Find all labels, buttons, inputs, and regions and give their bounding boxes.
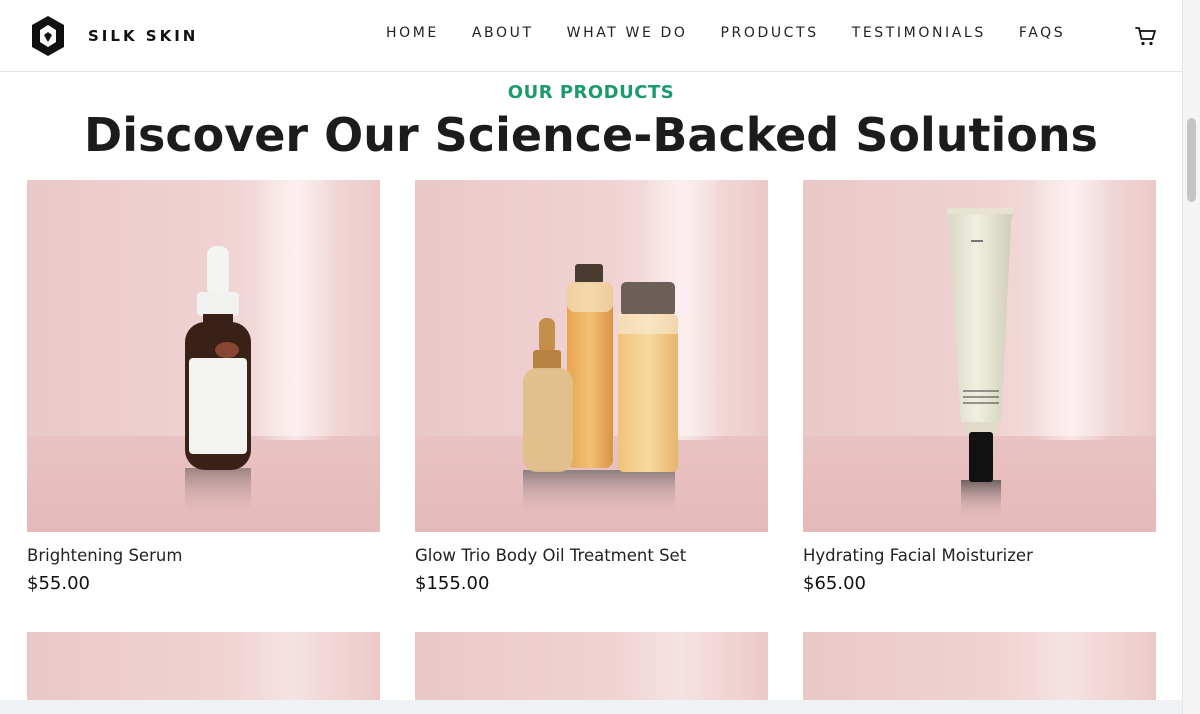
main-nav: HOME ABOUT WHAT WE DO PRODUCTS TESTIMONI… (386, 25, 1065, 41)
shopping-cart-icon[interactable] (1135, 25, 1157, 47)
product-card-partial[interactable] (803, 632, 1156, 700)
brand-name: SILK SKIN (88, 27, 199, 45)
product-image[interactable] (803, 180, 1156, 532)
site-header: SILK SKIN HOME ABOUT WHAT WE DO PRODUCTS… (0, 0, 1182, 72)
product-card-brightening-serum[interactable]: Brightening Serum $55.00 (27, 180, 380, 594)
section-eyebrow: OUR PRODUCTS (507, 82, 675, 103)
page-scrollbar[interactable] (1182, 0, 1200, 714)
three-bottles-image (523, 264, 678, 516)
nav-item-products[interactable]: PRODUCTS (720, 25, 818, 41)
hexagon-logo-icon (32, 16, 64, 56)
product-image[interactable] (27, 180, 380, 532)
nav-item-home[interactable]: HOME (386, 25, 439, 41)
product-image[interactable] (415, 180, 768, 532)
product-price: $155.00 (415, 573, 490, 594)
nav-item-testimonials[interactable]: TESTIMONIALS (852, 25, 986, 41)
product-title[interactable]: Brightening Serum (27, 546, 380, 565)
product-card-partial[interactable] (415, 632, 768, 700)
product-title[interactable]: Hydrating Facial Moisturizer (803, 546, 1156, 565)
nav-item-about[interactable]: ABOUT (472, 25, 534, 41)
bottom-edge (0, 700, 1182, 714)
product-card-partial[interactable] (27, 632, 380, 700)
section-headline: Discover Our Science-Backed Solutions (84, 108, 1098, 162)
nav-item-faqs[interactable]: FAQS (1019, 25, 1065, 41)
scrollbar-thumb[interactable] (1187, 118, 1196, 202)
cream-tube-image (947, 208, 1013, 520)
nav-item-what-we-do[interactable]: WHAT WE DO (567, 25, 688, 41)
product-price: $65.00 (803, 573, 866, 594)
product-price: $55.00 (27, 573, 90, 594)
dropper-bottle-image (185, 246, 251, 518)
product-card-glow-trio[interactable]: Glow Trio Body Oil Treatment Set $155.00 (415, 180, 768, 594)
product-card-hydrating-moisturizer[interactable]: Hydrating Facial Moisturizer $65.00 (803, 180, 1156, 594)
product-title[interactable]: Glow Trio Body Oil Treatment Set (415, 546, 768, 565)
brand[interactable]: SILK SKIN (30, 14, 198, 58)
